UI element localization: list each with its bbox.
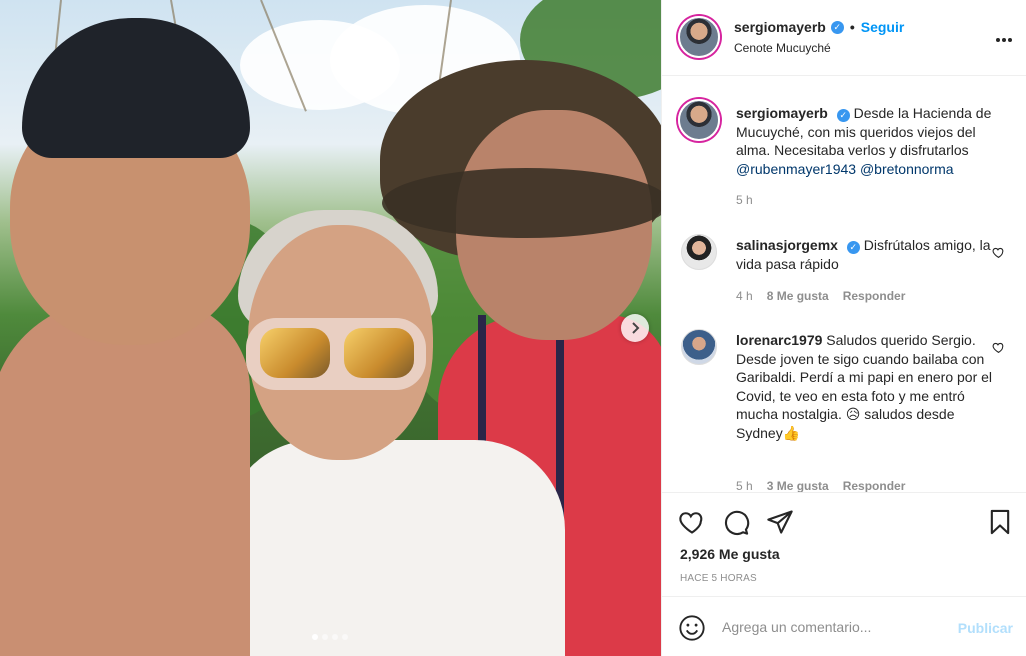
more-options-icon[interactable] [995, 26, 1013, 49]
comment-icon[interactable] [722, 508, 750, 536]
reply-button[interactable]: Responder [843, 479, 906, 492]
comment-likes[interactable]: 8 Me gusta [767, 289, 829, 303]
author-avatar[interactable] [678, 16, 720, 58]
follow-button[interactable]: Seguir [861, 19, 905, 35]
comment-text: Saludos querido Sergio. Desde joven te s… [736, 332, 993, 441]
paper-plane-icon[interactable] [766, 508, 794, 536]
comment-likes[interactable]: 3 Me gusta [767, 479, 829, 492]
chevron-right-icon[interactable] [621, 314, 649, 342]
comment-username[interactable]: lorenarc1979 [736, 332, 822, 348]
comment-item: salinasjorgemx ✓ Disfrútalos amigo, la v… [678, 234, 1013, 309]
man-right-hat-brim [382, 168, 661, 238]
post-actions: 2,926 Me gusta HACE 5 HORAS [662, 492, 1026, 596]
carousel-dots [312, 634, 348, 640]
carousel-dot [312, 634, 318, 640]
post-header: sergiomayerb ✓ • Seguir Cenote Mucuyché [662, 0, 1026, 76]
location-link[interactable]: Cenote Mucuyché [734, 41, 831, 55]
mention-link[interactable]: @bretonnorma [860, 161, 954, 177]
carousel-dot [322, 634, 328, 640]
carousel-dot [342, 634, 348, 640]
author-username[interactable]: sergiomayerb [734, 19, 826, 35]
caption-username[interactable]: sergiomayerb [736, 105, 828, 121]
comment-time[interactable]: 5 h [736, 479, 753, 492]
verified-badge-icon: ✓ [836, 109, 850, 122]
post-photo[interactable] [0, 0, 661, 656]
caption-avatar[interactable] [678, 99, 720, 141]
bookmark-icon[interactable] [986, 508, 1014, 536]
caption: sergiomayerb ✓ Desde la Hacienda de Mucu… [678, 99, 1013, 219]
comment-composer: Publicar [662, 596, 1026, 656]
commenter-avatar[interactable] [681, 234, 717, 270]
publish-button[interactable]: Publicar [958, 620, 1013, 636]
heart-icon[interactable] [678, 508, 706, 536]
woman-blouse [225, 440, 565, 656]
comment-username[interactable]: salinasjorgemx [736, 237, 838, 253]
like-comment-icon[interactable] [992, 341, 1005, 354]
post-side-panel: sergiomayerb ✓ • Seguir Cenote Mucuyché … [661, 0, 1026, 656]
comments-list[interactable]: sergiomayerb ✓ Desde la Hacienda de Mucu… [662, 77, 1026, 492]
caption-time[interactable]: 5 h [736, 193, 753, 207]
comment-item: lorenarc1979 Saludos querido Sergio. Des… [678, 329, 1013, 492]
comment-input[interactable] [722, 615, 942, 639]
woman-sunglasses [246, 318, 426, 390]
smiley-icon[interactable] [678, 614, 706, 642]
verified-badge-icon: ✓ [846, 241, 860, 254]
separator: • [849, 19, 855, 35]
carousel-dot [332, 634, 338, 640]
post-timestamp[interactable]: HACE 5 HORAS [680, 573, 757, 584]
commenter-avatar[interactable] [681, 329, 717, 365]
mention-link[interactable]: @rubenmayer1943 [736, 161, 856, 177]
likes-count[interactable]: 2,926 Me gusta [680, 546, 780, 562]
comment-time[interactable]: 4 h [736, 289, 753, 303]
like-comment-icon[interactable] [992, 246, 1005, 259]
verified-badge-icon: ✓ [830, 20, 844, 34]
reply-button[interactable]: Responder [843, 289, 906, 303]
man-left-shoulder [0, 300, 250, 656]
